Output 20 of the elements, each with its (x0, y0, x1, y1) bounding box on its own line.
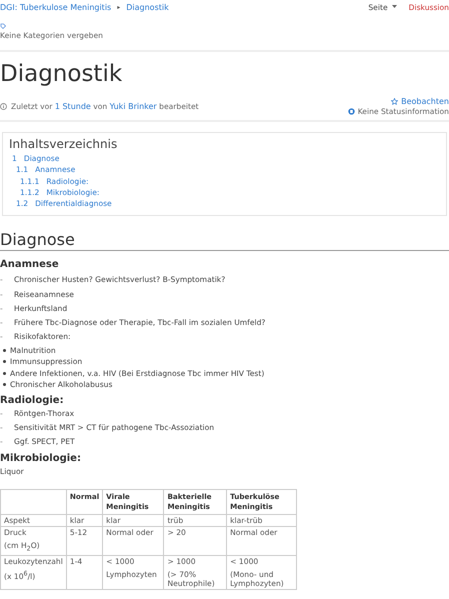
bullet-icon (3, 348, 6, 352)
star-icon (391, 98, 398, 105)
tag-icon[interactable] (0, 23, 6, 29)
section-heading: Diagnose (0, 230, 449, 252)
toc-title: Inhaltsverzeichnis (9, 137, 118, 151)
status-icon (348, 108, 355, 115)
caret-icon (392, 5, 397, 9)
breadcrumb-link[interactable]: DGI: Tuberkulose Meningitis (0, 2, 112, 12)
bullet-icon (3, 372, 6, 375)
subsection-heading: Mikrobiologie: (0, 453, 82, 464)
breadcrumb-link[interactable]: Diagnostik (126, 2, 169, 12)
bullet-icon (3, 383, 6, 386)
subsection-heading: Anamnese (0, 259, 60, 270)
bullet-icon (3, 360, 6, 364)
page-title: Diagnostik (0, 61, 124, 87)
watch-link[interactable]: Beobachten (391, 97, 449, 106)
subsection-heading: Radiologie: (0, 394, 65, 406)
author-link[interactable]: Yuki Brinker (110, 102, 157, 111)
time-link[interactable]: 1 Stunde (54, 102, 91, 111)
info-icon (0, 103, 7, 110)
